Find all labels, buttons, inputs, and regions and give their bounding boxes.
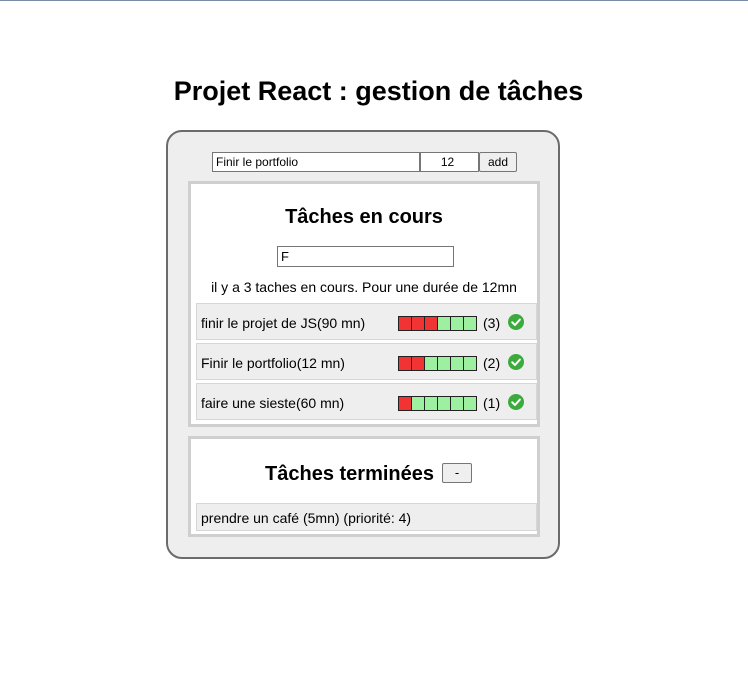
priority-bar (398, 396, 477, 411)
task-label: Finir le portfolio(12 mn) (201, 355, 345, 371)
current-task-list: finir le projet de JS(90 mn) (3) Finir l… (196, 303, 537, 423)
priority-cell-filled (424, 316, 438, 331)
priority-cell-empty (463, 396, 477, 411)
priority-cell-empty (424, 396, 438, 411)
priority-cell-empty (463, 356, 477, 371)
page-title: Projet React : gestion de tâches (173, 76, 584, 106)
priority-cell-filled (411, 316, 425, 331)
check-circle-icon[interactable] (508, 314, 524, 330)
tasks-summary: il y a 3 taches en cours. Pour une durée… (211, 279, 517, 295)
priority-cell-filled (398, 356, 412, 371)
current-tasks-heading: Tâches en cours (285, 206, 443, 228)
priority-cell-filled (398, 316, 412, 331)
task-row: finir le projet de JS(90 mn) (3) (196, 303, 537, 340)
priority-cell-empty (437, 396, 451, 411)
priority-count: (3) (483, 315, 501, 331)
task-duration-input[interactable] (420, 152, 479, 172)
priority-bar (398, 316, 477, 331)
add-button[interactable]: add (479, 152, 517, 172)
task-name-input[interactable] (212, 152, 420, 172)
current-tasks-panel: Tâches en cours il y a 3 taches en cours… (188, 181, 540, 427)
collapse-button[interactable]: - (442, 463, 472, 483)
priority-count: (1) (483, 395, 501, 411)
done-task-item: prendre un café (5mn) (priorité: 4) (196, 503, 537, 531)
priority-cell-empty (450, 396, 464, 411)
priority-cell-filled (398, 396, 412, 411)
priority-cell-empty (437, 356, 451, 371)
check-circle-icon[interactable] (508, 354, 524, 370)
priority-cell-filled (411, 356, 425, 371)
priority-cell-empty (424, 356, 438, 371)
task-row: Finir le portfolio(12 mn) (2) (196, 343, 537, 380)
priority-cell-empty (411, 396, 425, 411)
priority-cell-empty (450, 316, 464, 331)
filter-input[interactable] (277, 246, 454, 267)
done-tasks-panel: Tâches terminées - prendre un café (5mn)… (188, 436, 540, 537)
done-tasks-header: Tâches terminées - (191, 463, 537, 487)
priority-cell-empty (450, 356, 464, 371)
done-tasks-heading: Tâches terminées (265, 463, 434, 485)
check-circle-icon[interactable] (508, 394, 524, 410)
app-container: add Tâches en cours il y a 3 taches en c… (166, 130, 560, 559)
priority-cell-empty (463, 316, 477, 331)
priority-bar (398, 356, 477, 371)
task-label: finir le projet de JS(90 mn) (201, 315, 366, 331)
task-row: faire une sieste(60 mn) (1) (196, 383, 537, 420)
priority-cell-empty (437, 316, 451, 331)
priority-count: (2) (483, 355, 501, 371)
task-label: faire une sieste(60 mn) (201, 395, 345, 411)
